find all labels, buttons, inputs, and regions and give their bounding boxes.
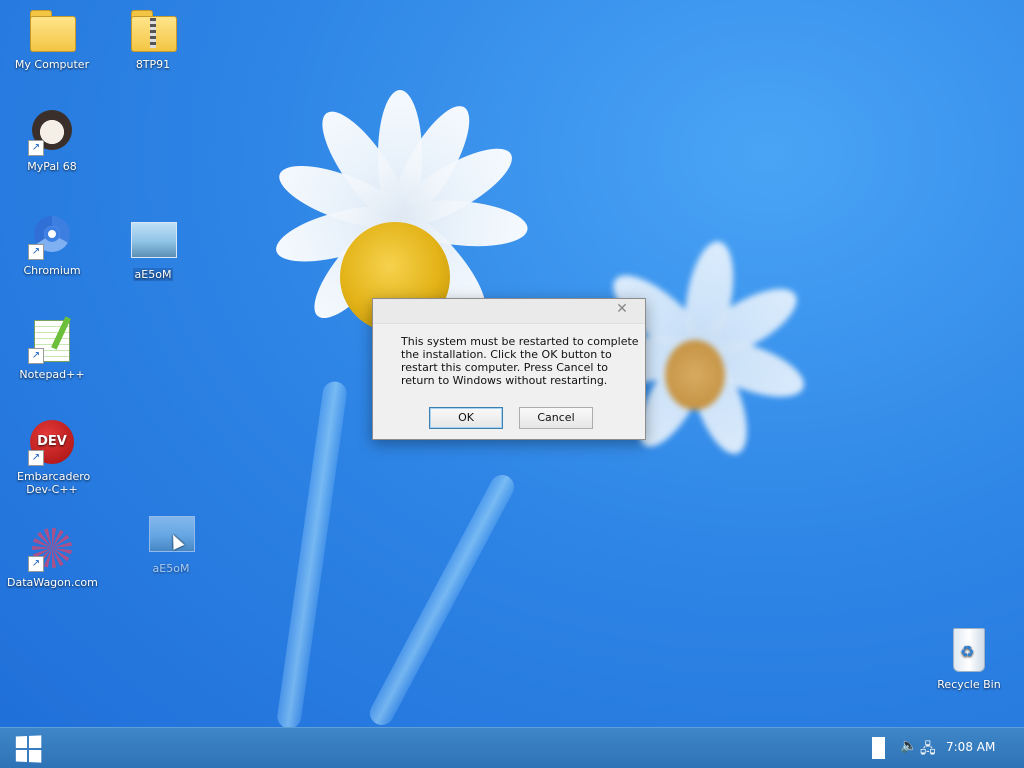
dialog-message-line: This system must be restarted to complet…	[401, 335, 639, 348]
desktop-icon-label: Recycle Bin	[937, 678, 1001, 691]
network-icon[interactable]: 🖧	[920, 738, 936, 762]
desktop-icon-label: 8TP91	[135, 58, 171, 71]
shortcut-arrow-icon: ↗	[28, 450, 44, 466]
desktop-icon-mypal[interactable]: ↗ MyPal 68	[7, 108, 97, 173]
folder-icon	[28, 6, 76, 54]
desktop-icon-recycle-bin[interactable]: ♻ Recycle Bin	[924, 626, 1014, 691]
devcpp-icon: DEV ↗	[28, 418, 76, 466]
desktop-icon-label: MyPal 68	[27, 160, 77, 173]
taskbar: 🔈 🖧 7:08 AM	[0, 727, 1024, 768]
shortcut-arrow-icon: ↗	[28, 244, 44, 260]
wallpaper-stem	[365, 470, 519, 730]
windows-logo-icon	[15, 735, 42, 763]
desktop-icon-label: aE5oM	[132, 268, 174, 281]
wallpaper-daisy	[270, 90, 530, 348]
volume-icon[interactable]: 🔈	[900, 738, 917, 754]
dialog-titlebar[interactable]: ✕	[373, 299, 645, 324]
desktop-icon-label: DataWagon.com	[7, 576, 98, 589]
image-file-icon	[129, 216, 177, 264]
shortcut-arrow-icon: ↗	[28, 556, 44, 572]
raccoon-icon: ↗	[28, 108, 76, 156]
desktop-icon-notepadpp[interactable]: ↗ Notepad++	[7, 316, 97, 381]
desktop-icon-8tp91[interactable]: 8TP91	[108, 6, 198, 71]
clock[interactable]: 7:08 AM	[946, 740, 995, 754]
desktop-icon-ae5om[interactable]: aE5oM	[108, 216, 198, 281]
recycle-bin-icon: ♻	[945, 626, 993, 674]
chromium-icon: ↗	[28, 212, 76, 260]
dialog-message-line: restart this computer. Press Cancel to	[401, 361, 609, 374]
desktop-icon-devcpp[interactable]: DEV ↗ Embarcadero Dev-C++	[7, 418, 97, 496]
cancel-button[interactable]: Cancel	[519, 407, 593, 429]
wallpaper-stem	[275, 380, 349, 730]
desktop-icon-label: aE5oM	[152, 562, 190, 575]
datawagon-icon: ↗	[28, 524, 76, 572]
desktop-icon-label: Embarcadero Dev-C++	[17, 470, 91, 496]
shortcut-arrow-icon: ↗	[28, 348, 44, 364]
desktop-icon-label: Notepad++	[19, 368, 85, 381]
dialog-message-line: the installation. Click the OK button to	[401, 348, 612, 361]
zip-folder-icon	[129, 6, 177, 54]
shortcut-arrow-icon: ↗	[28, 140, 44, 156]
desktop-icon-label: Chromium	[23, 264, 81, 277]
ok-button[interactable]: OK	[429, 407, 503, 429]
desktop-icon-label: My Computer	[14, 58, 90, 71]
dialog-message: This system must be restarted to complet…	[401, 335, 639, 387]
desktop-icon-datawagon[interactable]: ↗ DataWagon.com	[7, 524, 98, 589]
wallpaper-daisy-blurred	[587, 237, 811, 461]
notepad-icon: ↗	[28, 316, 76, 364]
desktop-icon-chromium[interactable]: ↗ Chromium	[7, 212, 97, 277]
dialog-message-line: return to Windows without restarting.	[401, 374, 608, 387]
restart-dialog: ✕ This system must be restarted to compl…	[372, 298, 646, 440]
close-icon[interactable]: ✕	[599, 299, 645, 321]
image-file-icon	[147, 510, 195, 558]
start-button[interactable]	[10, 734, 46, 763]
show-desktop-button[interactable]	[872, 737, 885, 759]
desktop-icon-my-computer[interactable]: My Computer	[7, 6, 97, 71]
